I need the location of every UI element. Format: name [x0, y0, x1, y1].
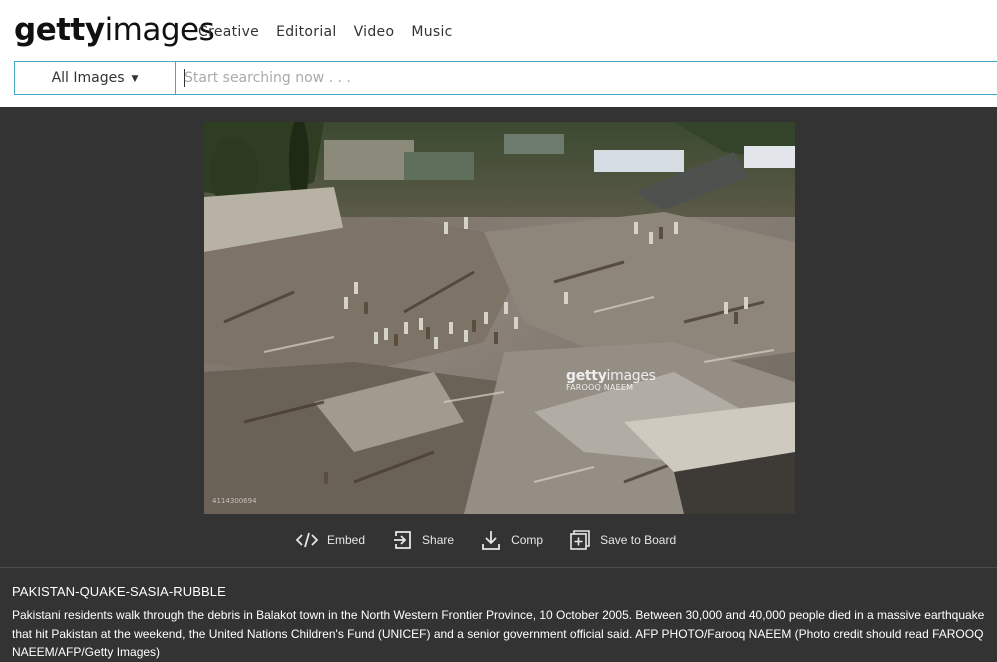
save-to-board-button[interactable]: Save to Board [569, 529, 676, 551]
save-to-board-label: Save to Board [600, 533, 677, 547]
share-icon [391, 529, 413, 551]
comp-button[interactable]: Comp [480, 529, 543, 551]
photo-image [204, 122, 795, 514]
share-label: Share [422, 533, 455, 547]
nav-creative[interactable]: Creative [198, 24, 259, 40]
getty-images-logo[interactable]: gettyimages [14, 12, 215, 48]
image-caption: PAKISTAN-QUAKE-SASIA-RUBBLE Pakistani re… [12, 584, 987, 662]
image-actions: Embed Share Comp Save to Board [296, 526, 702, 554]
site-header: gettyimages Creative Editorial Video Mus… [0, 0, 997, 107]
caption-body: Pakistani residents walk through the deb… [12, 608, 985, 659]
caption-title: PAKISTAN-QUAKE-SASIA-RUBBLE [12, 584, 226, 599]
watermark: gettyimages FAROOQ NAEEM [566, 368, 656, 392]
image-id: 4114300694 [212, 497, 257, 505]
chevron-down-icon: ▼ [131, 74, 139, 84]
main-photo[interactable]: gettyimages FAROOQ NAEEM 4114300694 [204, 122, 795, 514]
image-type-dropdown[interactable]: All Images ▼ [15, 62, 176, 94]
watermark-credit: FAROOQ NAEEM [566, 383, 634, 392]
nav-video[interactable]: Video [354, 24, 395, 40]
board-add-icon [569, 529, 591, 551]
watermark-logo: gettyimages [566, 368, 656, 384]
text-cursor [184, 69, 185, 87]
watermark-logo-bold: getty [566, 368, 607, 384]
search-bar: All Images ▼ [14, 61, 997, 95]
embed-button[interactable]: Embed [296, 529, 365, 551]
search-input[interactable] [176, 62, 997, 94]
nav-editorial[interactable]: Editorial [276, 24, 337, 40]
download-icon [480, 529, 502, 551]
divider [0, 567, 997, 568]
share-button[interactable]: Share [391, 529, 454, 551]
main-nav: Creative Editorial Video Music [198, 24, 470, 40]
logo-bold-text: getty [14, 12, 105, 48]
embed-icon [296, 529, 318, 551]
embed-label: Embed [327, 533, 366, 547]
watermark-logo-light: images [606, 368, 656, 384]
dropdown-label: All Images [51, 70, 125, 86]
comp-label: Comp [511, 533, 544, 547]
nav-music[interactable]: Music [411, 24, 452, 40]
